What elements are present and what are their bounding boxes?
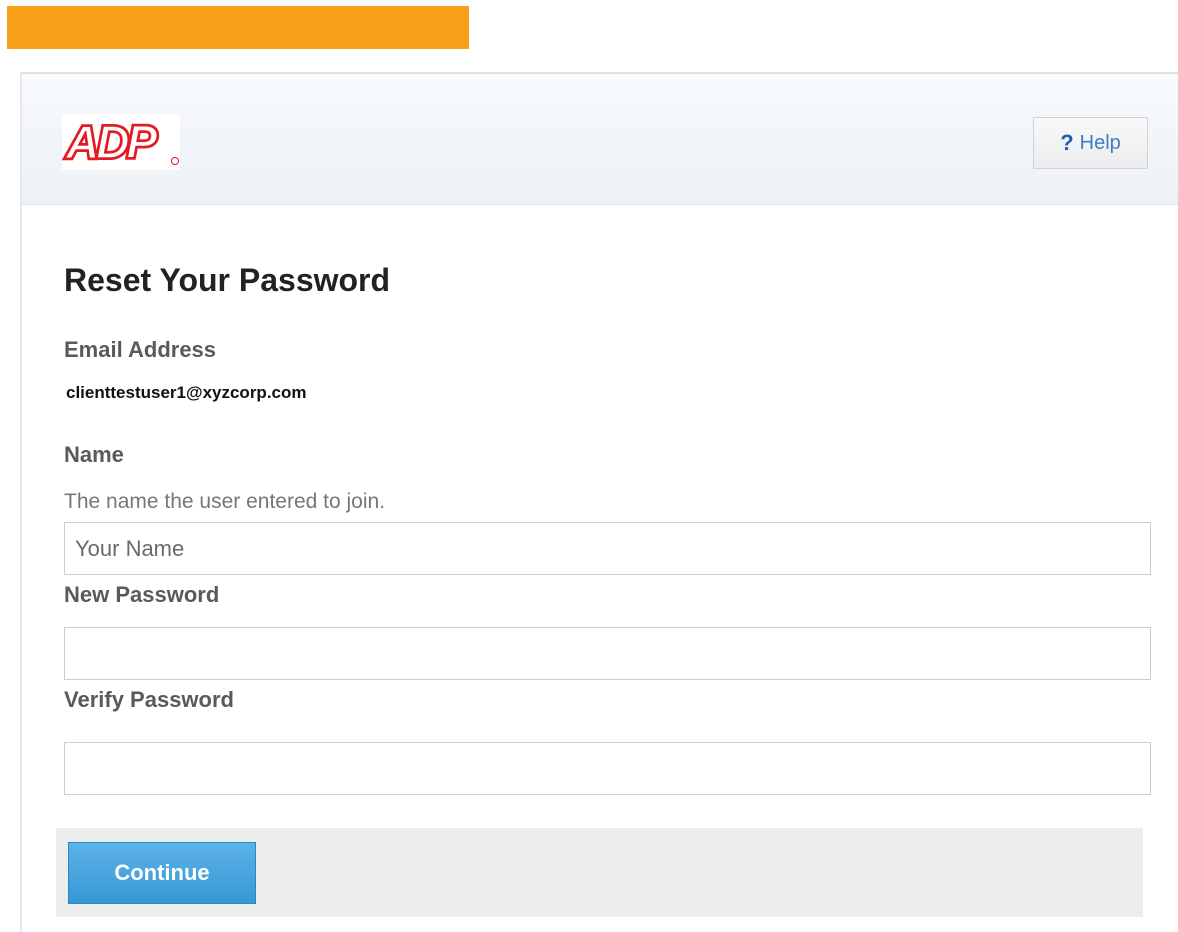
name-input[interactable] [64, 522, 1151, 575]
help-button[interactable]: ? Help [1033, 117, 1148, 169]
form-footer: Continue [56, 828, 1143, 917]
brand-banner [7, 6, 469, 49]
new-password-input[interactable] [64, 627, 1151, 680]
header-bar: ADP ADP ? Help [22, 74, 1178, 205]
verify-password-input[interactable] [64, 742, 1151, 795]
email-value: clienttestuser1@xyzcorp.com [66, 383, 307, 402]
question-mark-icon: ? [1060, 130, 1074, 155]
help-label: Help [1079, 131, 1121, 154]
reset-password-panel: ADP ADP ? Help Reset Your Password Email… [20, 72, 1178, 932]
name-hint: The name the user entered to join. [64, 490, 386, 513]
svg-text:ADP: ADP [65, 116, 157, 168]
email-label: Email Address [64, 337, 217, 362]
name-label: Name [64, 442, 124, 467]
continue-button[interactable]: Continue [68, 842, 256, 904]
new-password-label: New Password [64, 582, 220, 607]
page-title: Reset Your Password [64, 262, 391, 298]
verify-password-label: Verify Password [64, 687, 234, 712]
adp-logo: ADP ADP [62, 114, 180, 170]
